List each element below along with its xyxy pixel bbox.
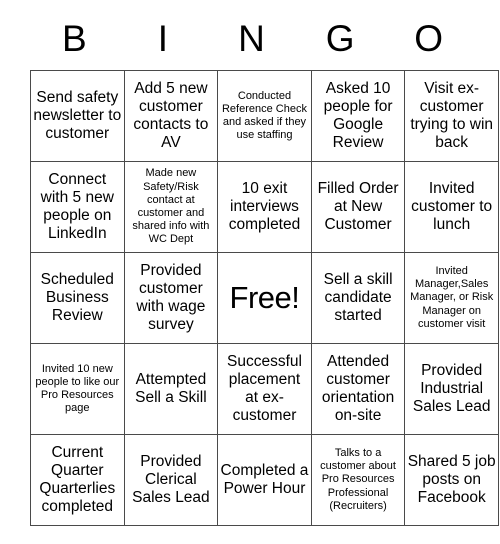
bingo-cell[interactable]: Sell a skill candidate started [310, 252, 406, 344]
bingo-cell[interactable]: Talks to a customer about Pro Resources … [310, 434, 406, 526]
bingo-cell-label: Invited Manager,Sales Manager, or Risk M… [410, 265, 494, 330]
bingo-cell[interactable]: Invited 10 new people to like our Pro Re… [30, 343, 125, 435]
bingo-cell-label: Send safety newsletter to customer [33, 88, 122, 143]
bingo-cell[interactable]: Made new Safety/Risk contact at customer… [123, 161, 219, 253]
bingo-cell[interactable]: Conducted Reference Check and asked if t… [217, 70, 312, 162]
bingo-cell-label: Sell a skill candidate started [323, 270, 393, 325]
bingo-cell[interactable]: Add 5 new customer contacts to AV [123, 70, 219, 162]
bingo-cell[interactable]: Visit ex-customer trying to win back [404, 70, 499, 162]
bingo-cell-label: Attempted Sell a Skill [135, 370, 207, 406]
bingo-cell-label: Invited 10 new people to like our Pro Re… [35, 362, 120, 415]
bingo-cell[interactable]: Filled Order at New Customer [310, 161, 406, 253]
free-space-label: Free! [229, 279, 300, 315]
bingo-header-row: B I N G O [30, 8, 473, 70]
bingo-row: Connect with 5 new people on LinkedIn Ma… [30, 161, 499, 253]
bingo-card: B I N G O Send safety newsletter to cust… [30, 8, 499, 526]
bingo-cell-label: Talks to a customer about Pro Resources … [320, 447, 396, 512]
bingo-cell[interactable]: Asked 10 people for Google Review [310, 70, 406, 162]
bingo-cell[interactable]: Provided Industrial Sales Lead [404, 343, 499, 435]
bingo-cell[interactable]: Connect with 5 new people on LinkedIn [30, 161, 125, 253]
bingo-cell[interactable]: Invited Manager,Sales Manager, or Risk M… [404, 252, 499, 344]
bingo-cell-label: Scheduled Business Review [40, 270, 114, 325]
bingo-cell-label: Filled Order at New Customer [317, 179, 399, 234]
bingo-cell[interactable]: Shared 5 job posts on Facebook [404, 434, 499, 526]
header-letter-o: O [414, 17, 444, 59]
bingo-cell[interactable]: Scheduled Business Review [30, 252, 125, 344]
bingo-cell-label: Invited customer to lunch [411, 179, 493, 234]
bingo-cell[interactable]: 10 exit interviews completed [217, 161, 312, 253]
bingo-cell-label: Conducted Reference Check and asked if t… [221, 89, 307, 142]
bingo-cell-label: Completed a Power Hour [220, 461, 309, 497]
bingo-cell[interactable]: Attempted Sell a Skill [123, 343, 219, 435]
bingo-row: Invited 10 new people to like our Pro Re… [30, 343, 499, 435]
header-letter-i: I [157, 17, 169, 59]
header-letter-n: N [238, 17, 265, 59]
bingo-cell-label: Made new Safety/Risk contact at customer… [132, 167, 210, 246]
bingo-cell-label: Asked 10 people for Google Review [323, 79, 393, 152]
bingo-cell-label: Current Quarter Quarterlies completed [39, 443, 116, 516]
bingo-cell-label: Provided Clerical Sales Lead [132, 452, 210, 507]
bingo-cell[interactable]: Successful placement at ex-customer [217, 343, 312, 435]
bingo-cell[interactable]: Provided customer with wage survey [123, 252, 219, 344]
header-letter-b: B [61, 17, 87, 59]
bingo-cell-label: Provided customer with wage survey [136, 261, 206, 334]
bingo-row: Send safety newsletter to customer Add 5… [30, 70, 499, 162]
bingo-free-space[interactable]: Free! [217, 252, 312, 344]
bingo-cell-label: Attended customer orientation on-site [321, 352, 395, 425]
bingo-row: Scheduled Business Review Provided custo… [30, 252, 499, 344]
bingo-cell-label: Successful placement at ex-customer [227, 352, 302, 425]
bingo-cell-label: Visit ex-customer trying to win back [410, 79, 494, 152]
bingo-cell[interactable]: Attended customer orientation on-site [310, 343, 406, 435]
bingo-cell-label: Connect with 5 new people on LinkedIn [40, 170, 114, 243]
bingo-grid: Send safety newsletter to customer Add 5… [30, 70, 499, 526]
bingo-cell[interactable]: Completed a Power Hour [217, 434, 312, 526]
bingo-cell[interactable]: Provided Clerical Sales Lead [123, 434, 219, 526]
bingo-cell-label: Provided Industrial Sales Lead [412, 361, 491, 416]
bingo-row: Current Quarter Quarterlies completed Pr… [30, 434, 499, 526]
bingo-cell-label: 10 exit interviews completed [228, 179, 301, 234]
bingo-cell-label: Add 5 new customer contacts to AV [133, 79, 209, 152]
header-letter-g: G [325, 17, 355, 59]
bingo-cell[interactable]: Invited customer to lunch [404, 161, 499, 253]
bingo-cell[interactable]: Send safety newsletter to customer [30, 70, 125, 162]
bingo-cell[interactable]: Current Quarter Quarterlies completed [30, 434, 125, 526]
bingo-cell-label: Shared 5 job posts on Facebook [407, 452, 496, 507]
